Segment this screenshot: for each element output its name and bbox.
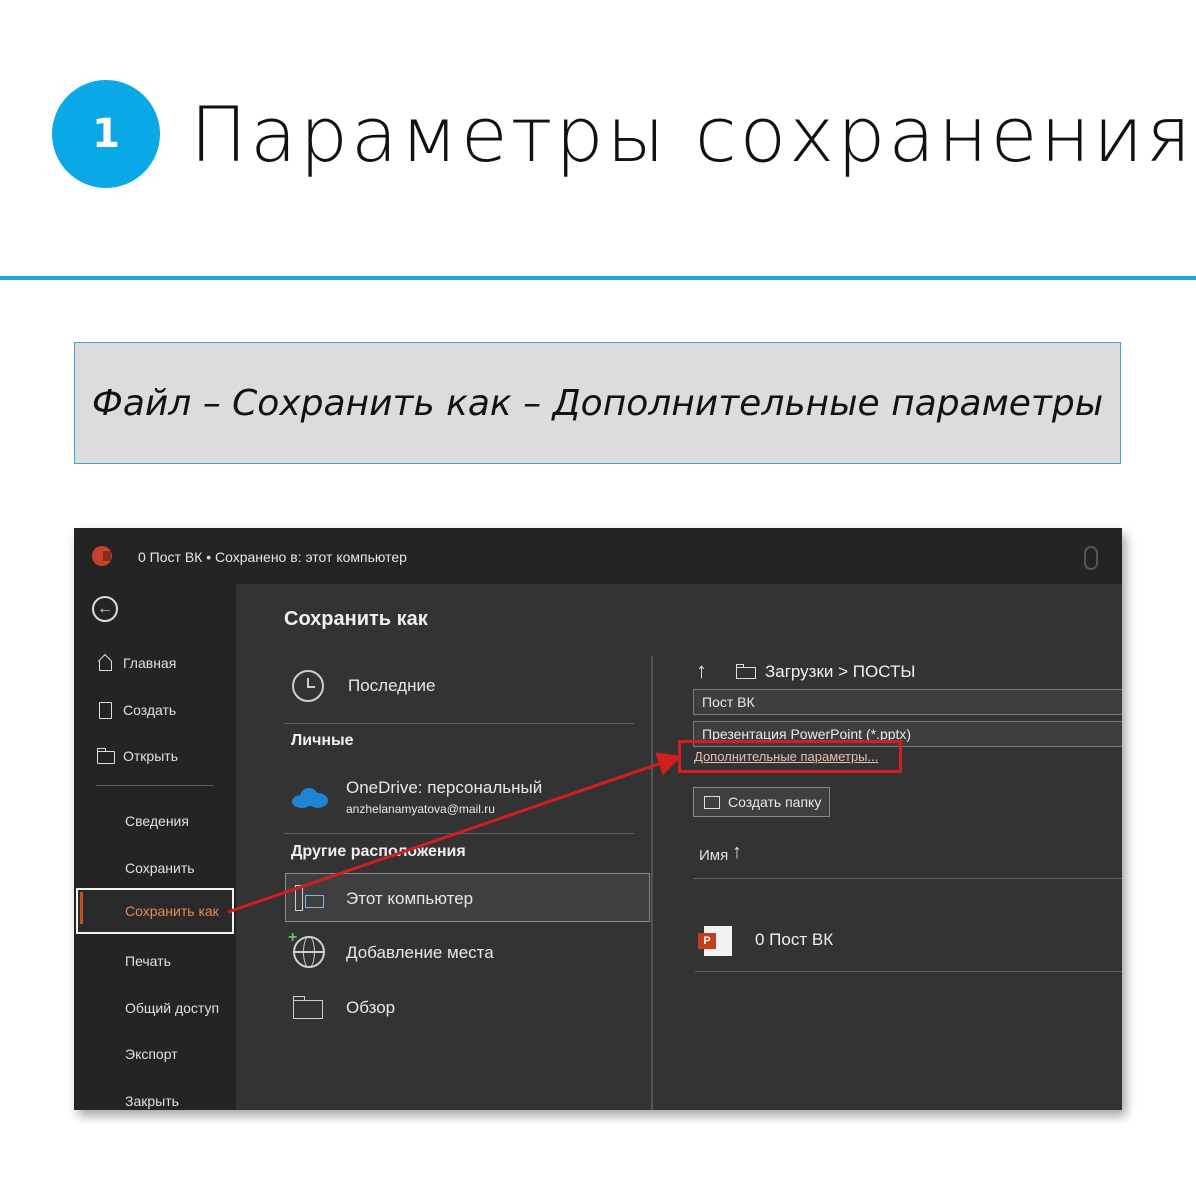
nav-item-share[interactable]: Общий доступ bbox=[74, 988, 236, 1028]
location-divider bbox=[284, 833, 634, 834]
nav-item-label: Сохранить bbox=[125, 860, 195, 876]
group-personal: Личные bbox=[291, 732, 354, 749]
plus-icon: + bbox=[288, 929, 298, 946]
home-icon bbox=[96, 654, 114, 672]
active-indicator bbox=[80, 892, 83, 924]
back-arrow-icon[interactable]: ← bbox=[92, 596, 118, 622]
sort-arrow-icon: ↑ bbox=[732, 841, 742, 863]
file-row-name[interactable]: 0 Пост ВК bbox=[755, 930, 833, 950]
onedrive-cloud-icon bbox=[292, 786, 328, 808]
nav-item-label: Сохранить как bbox=[125, 903, 219, 919]
nav-item-close[interactable]: Закрыть bbox=[74, 1081, 236, 1110]
new-document-icon bbox=[96, 701, 114, 719]
new-folder-button[interactable]: Создать папку bbox=[693, 787, 830, 817]
computer-icon bbox=[293, 881, 327, 915]
column-header-name[interactable]: Имя bbox=[699, 847, 728, 864]
nav-item-label: Печать bbox=[125, 953, 171, 969]
nav-item-label: Сведения bbox=[125, 813, 189, 829]
step-number: 1 bbox=[92, 111, 120, 157]
email-text: anzhelanamyatova@mail.ru bbox=[346, 802, 495, 816]
nav-divider bbox=[96, 785, 214, 786]
window-title: 0 Пост ВК • Сохранено в: этот компьютер bbox=[138, 549, 407, 565]
title-divider bbox=[0, 276, 1196, 280]
menu-path-box: Файл – Сохранить как – Дополнительные па… bbox=[74, 342, 1121, 464]
up-arrow-icon[interactable]: ↑ bbox=[696, 658, 707, 684]
location-label: OneDrive: персональный bbox=[346, 778, 543, 797]
nav-item-info[interactable]: Сведения bbox=[74, 801, 236, 841]
clock-icon bbox=[292, 670, 324, 702]
browse-folder-icon bbox=[293, 996, 327, 1020]
paperclip-icon bbox=[1084, 546, 1098, 570]
nav-item-export[interactable]: Экспорт bbox=[74, 1034, 236, 1074]
location-label: Обзор bbox=[346, 998, 396, 1017]
highlight-box bbox=[678, 740, 902, 773]
nav-item-label: Экспорт bbox=[125, 1046, 178, 1062]
location-add-place[interactable]: Добавление места bbox=[346, 943, 494, 963]
location-recent[interactable]: Последние bbox=[348, 676, 435, 696]
nav-item-open[interactable]: Открыть bbox=[74, 736, 236, 776]
nav-item-save-as[interactable]: Сохранить как bbox=[76, 888, 234, 934]
folder-icon bbox=[736, 664, 756, 679]
nav-item-save[interactable]: Сохранить bbox=[74, 848, 236, 888]
nav-item-label: Открыть bbox=[123, 748, 178, 764]
powerpoint-screenshot: 0 Пост ВК • Сохранено в: этот компьютер … bbox=[74, 528, 1122, 1110]
open-folder-icon bbox=[96, 747, 115, 765]
location-browse[interactable]: Обзор bbox=[346, 998, 395, 1018]
nav-item-label: Закрыть bbox=[125, 1093, 179, 1109]
nav-item-label: Главная bbox=[123, 655, 177, 671]
globe-icon bbox=[293, 936, 325, 968]
onedrive-email: anzhelanamyatova@mail.ru bbox=[346, 802, 495, 816]
location-label: Последние bbox=[348, 676, 436, 695]
this-pc-label: Этот компьютер bbox=[346, 889, 474, 908]
breadcrumb[interactable]: Загрузки > ПОСТЫ bbox=[765, 662, 915, 682]
powerpoint-logo-icon bbox=[92, 546, 112, 566]
title-bar: 0 Пост ВК • Сохранено в: этот компьютер bbox=[74, 528, 1122, 584]
button-label: Создать папку bbox=[728, 794, 822, 810]
menu-path-text: Файл – Сохранить как – Дополнительные па… bbox=[91, 382, 1104, 424]
backstage-nav: ← Главная Создать Открыть Сведения Сохра… bbox=[74, 584, 236, 1110]
nav-item-label: Общий доступ bbox=[125, 1000, 220, 1016]
page-title: Параметры сохранения bbox=[190, 90, 1195, 179]
row-divider bbox=[695, 971, 1122, 972]
pptx-file-icon bbox=[698, 926, 732, 956]
location-divider bbox=[284, 723, 634, 724]
folder-icon bbox=[704, 795, 720, 809]
location-label: Добавление места bbox=[346, 943, 494, 962]
location-onedrive[interactable]: OneDrive: персональный bbox=[346, 778, 542, 798]
header-divider bbox=[693, 878, 1122, 879]
filename-field[interactable]: Пост ВК bbox=[693, 689, 1122, 715]
nav-item-label: Создать bbox=[123, 702, 177, 718]
nav-item-new[interactable]: Создать bbox=[74, 690, 236, 730]
save-as-heading: Сохранить как bbox=[284, 608, 428, 630]
nav-item-home[interactable]: Главная bbox=[74, 643, 236, 683]
pane-divider bbox=[651, 656, 653, 1110]
step-number-badge: 1 bbox=[52, 80, 160, 188]
group-other-locations: Другие расположения bbox=[291, 843, 466, 860]
nav-item-print[interactable]: Печать bbox=[74, 941, 236, 981]
